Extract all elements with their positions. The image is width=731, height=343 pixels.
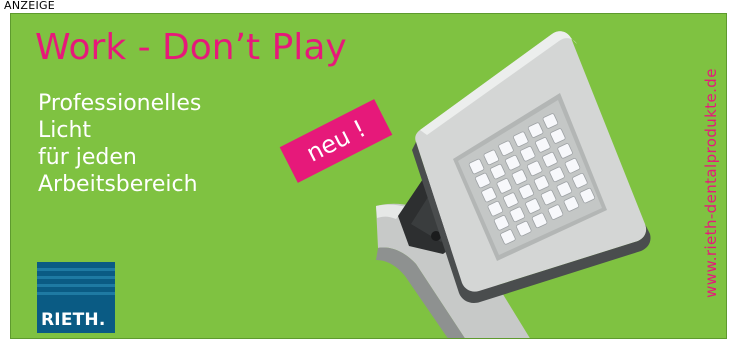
tagline: Professionelles Licht für jeden Arbeitsb… xyxy=(38,90,201,198)
tagline-line: Arbeitsbereich xyxy=(38,172,198,197)
advertisement-banner[interactable]: Work - Don’t Play Professionelles Licht … xyxy=(10,13,727,339)
website-url-text: www.rieth-dentalprodukte.de xyxy=(702,68,720,298)
tagline-line: Professionelles xyxy=(38,91,202,116)
logo-stripes-icon xyxy=(37,268,115,295)
website-url[interactable]: www.rieth-dentalprodukte.de xyxy=(700,28,722,338)
tagline-line: Licht xyxy=(38,118,92,143)
advertisement-label: ANZEIGE xyxy=(4,0,56,12)
logo-brand-text: RIETH. xyxy=(41,310,106,330)
tagline-line: für jeden xyxy=(38,145,137,170)
rieth-logo[interactable]: RIETH. xyxy=(37,262,115,333)
headline: Work - Don’t Play xyxy=(35,27,347,68)
